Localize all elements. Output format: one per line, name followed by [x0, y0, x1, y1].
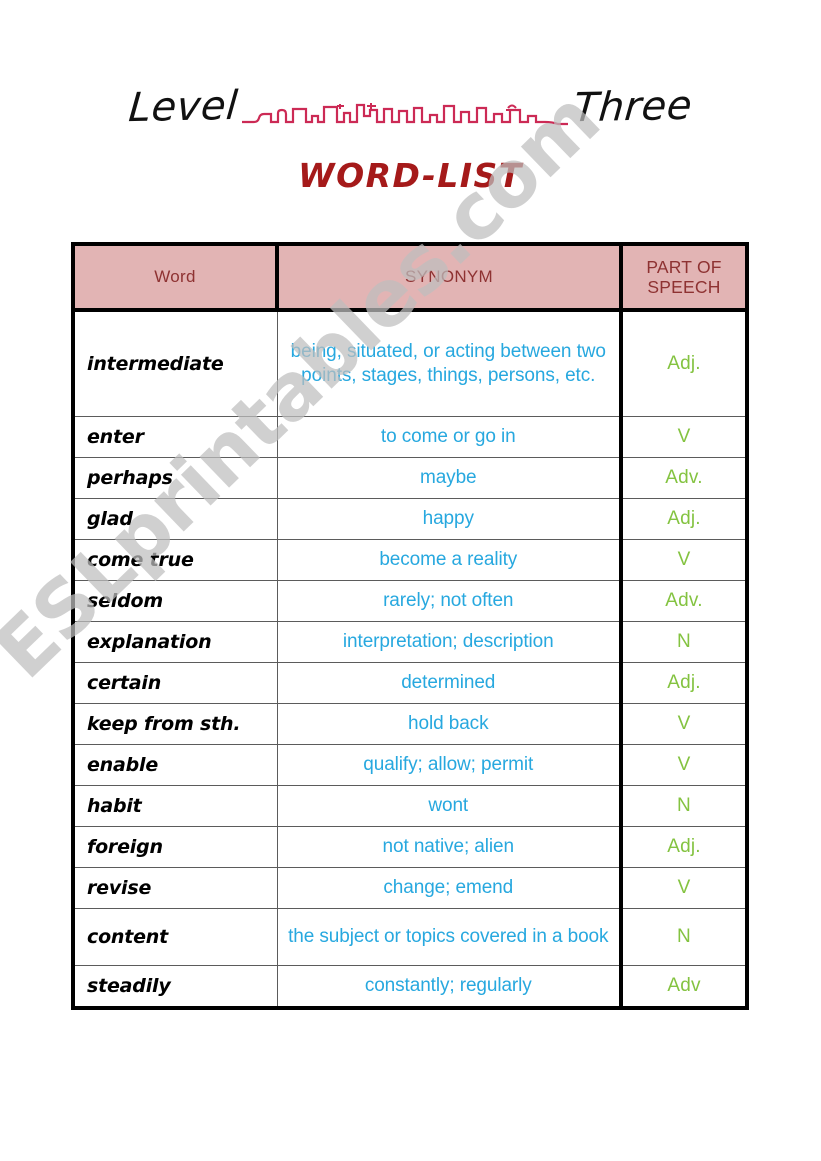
word-list-table: Word SYNONYM PART OF SPEECH intermediate… [75, 246, 745, 1006]
cell-synonym: being, situated, or acting between two p… [277, 310, 623, 417]
cell-synonym: become a reality [277, 539, 623, 581]
table-header: Word SYNONYM PART OF SPEECH [75, 246, 745, 310]
cell-synonym: qualify; allow; permit [277, 744, 623, 786]
cell-word: intermediate [75, 310, 278, 417]
cell-word: habit [75, 785, 278, 827]
cell-part-of-speech: N [621, 621, 745, 663]
cell-word: perhaps [75, 457, 278, 499]
cell-part-of-speech: V [621, 539, 745, 581]
table-row: intermediate being, situated, or acting b… [75, 310, 745, 417]
table-row: enter to come or go in V [75, 416, 745, 458]
word-list-table-wrap: Word SYNONYM PART OF SPEECH intermediate… [71, 242, 749, 1010]
column-header-pos-line2: SPEECH [647, 277, 721, 297]
cell-synonym: happy [277, 498, 623, 540]
cell-word: keep from sth. [75, 703, 278, 745]
column-header-word: Word [75, 246, 279, 310]
cell-part-of-speech: N [621, 785, 745, 827]
column-header-part-of-speech: PART OF SPEECH [621, 246, 745, 310]
cell-part-of-speech: V [621, 703, 745, 745]
column-header-synonym: SYNONYM [277, 246, 623, 310]
table-row: keep from sth. hold back V [75, 703, 745, 745]
table-row: steadily constantly; regularly Adv [75, 965, 745, 1006]
cell-word: content [75, 908, 278, 966]
cell-part-of-speech: Adv [621, 965, 745, 1006]
cell-word: explanation [75, 621, 278, 663]
cell-synonym: hold back [277, 703, 623, 745]
table-row: enable qualify; allow; permit V [75, 744, 745, 786]
cell-word: revise [75, 867, 278, 909]
cell-part-of-speech: N [621, 908, 745, 966]
cell-synonym: rarely; not often [277, 580, 623, 622]
cell-synonym: not native; alien [277, 826, 623, 868]
cell-part-of-speech: Adj. [621, 498, 745, 540]
cell-synonym: determined [277, 662, 623, 704]
cell-synonym: the subject or topics covered in a book [277, 908, 623, 966]
cell-part-of-speech: Adv. [621, 457, 745, 499]
cell-part-of-speech: Adj. [621, 826, 745, 868]
column-header-word-label: Word [154, 267, 196, 286]
table-row: perhaps maybe Adv. [75, 457, 745, 499]
cell-part-of-speech: V [621, 744, 745, 786]
cell-word: foreign [75, 826, 278, 868]
table-row: glad happy Adj. [75, 498, 745, 540]
table-row: revise change; emend V [75, 867, 745, 909]
cell-synonym: constantly; regularly [277, 965, 623, 1006]
cell-word: certain [75, 662, 278, 704]
table-row: content the subject or topics covered in … [75, 908, 745, 966]
cell-word: come true [75, 539, 278, 581]
table-row: seldom rarely; not often Adv. [75, 580, 745, 622]
worksheet-subtitle: WORD-LIST [298, 156, 523, 195]
cell-word: enter [75, 416, 278, 458]
cell-word: steadily [75, 965, 278, 1006]
cell-part-of-speech: Adv. [621, 580, 745, 622]
worksheet-page: Level Three WORD-LIST Word SYNONYM PART … [0, 0, 821, 1161]
cell-word: glad [75, 498, 278, 540]
cell-synonym: to come or go in [277, 416, 623, 458]
column-header-synonym-label: SYNONYM [404, 267, 494, 286]
cell-part-of-speech: Adj. [667, 353, 701, 374]
cell-synonym: wont [277, 785, 623, 827]
cell-word: seldom [75, 580, 278, 622]
cell-part-of-speech: Adj. [621, 662, 745, 704]
cell-synonym: maybe [277, 457, 623, 499]
cell-part-of-speech: V [621, 867, 745, 909]
cell-synonym: interpretation; description [277, 621, 623, 663]
column-header-pos-line1: PART OF [646, 256, 722, 277]
table-row: habit wont N [75, 785, 745, 827]
title-level-prefix: Level [127, 82, 240, 132]
table-body: intermediate being, situated, or acting b… [75, 310, 745, 1006]
cell-part-of-speech: V [621, 416, 745, 458]
title-level-suffix: Three [571, 82, 694, 132]
cell-word: enable [75, 744, 278, 786]
table-row: certain determined Adj. [75, 662, 745, 704]
page-title: Level Three [0, 78, 821, 136]
table-row: come true become a reality V [75, 539, 745, 581]
cell-synonym: change; emend [277, 867, 623, 909]
table-header-row: Word SYNONYM PART OF SPEECH [75, 246, 745, 310]
skyline-squiggle-divider-icon [240, 96, 570, 130]
table-row: explanation interpretation; description N [75, 621, 745, 663]
table-row: foreign not native; alien Adj. [75, 826, 745, 868]
